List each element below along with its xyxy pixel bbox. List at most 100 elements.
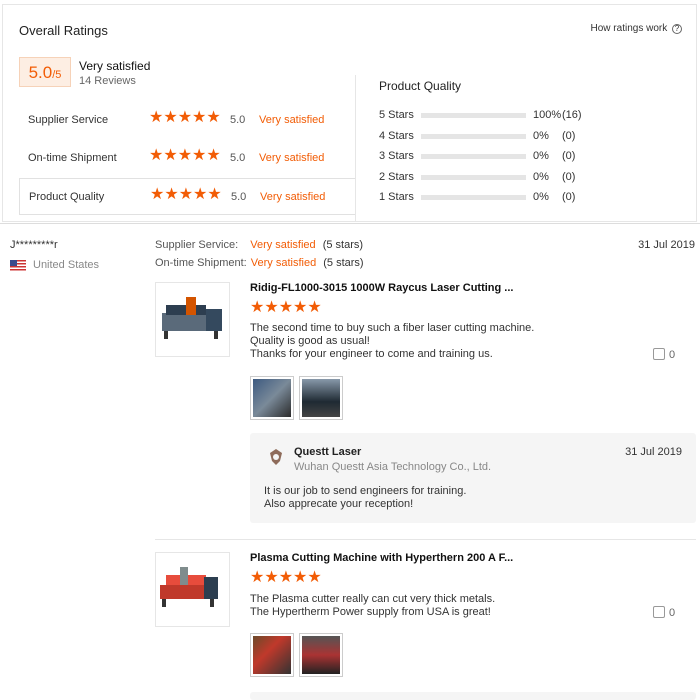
star-breakdown-row: 3 Stars 0% (0) <box>379 150 679 164</box>
plasma-machine-image <box>160 567 218 607</box>
dimension-row-on-time-shipment[interactable]: On-time Shipment ★★★★★ 5.0 Very satisfie… <box>19 140 355 177</box>
star-breakdown-label: 4 Stars <box>379 130 414 142</box>
review-photo <box>253 379 291 417</box>
helpful-count: 0 <box>669 607 676 619</box>
dimension-row-product-quality[interactable]: Product Quality ★★★★★ 5.0 Very satisfied <box>19 178 355 215</box>
review-comment-line: The second time to buy such a fiber lase… <box>250 322 535 334</box>
star-icon: ★ <box>278 569 294 586</box>
item-divider <box>155 539 696 540</box>
star-icon: ★ <box>293 299 308 316</box>
star-icon: ★ <box>150 186 165 203</box>
product-image[interactable] <box>155 552 230 627</box>
star-breakdown-percent: 0% <box>533 150 549 162</box>
star-breakdown-percent: 0% <box>533 171 549 183</box>
supplier-name: Questt Laser <box>294 446 362 458</box>
star-icon: ★ <box>250 299 265 316</box>
star-breakdown-percent: 0% <box>533 191 549 203</box>
helpful-button[interactable]: 0 <box>653 348 675 361</box>
star-breakdown-percent: 0% <box>533 130 549 142</box>
dimension-label: Product Quality <box>29 191 105 203</box>
star-icon: ★ <box>307 299 322 316</box>
dimension-row-supplier-service[interactable]: Supplier Service ★★★★★ 5.0 Very satisfie… <box>19 102 355 139</box>
star-icon: ★ <box>206 109 221 126</box>
review-rating-stars: (5 stars) <box>322 239 364 251</box>
review-comment-line: Quality is good as usual! <box>250 335 370 347</box>
star-icon: ★ <box>193 186 208 203</box>
star-breakdown-label: 1 Stars <box>379 191 414 203</box>
star-breakdown-bar <box>421 195 526 200</box>
star-breakdown-count: (0) <box>562 130 576 142</box>
star-breakdown-row: 1 Stars 0% (0) <box>379 191 679 205</box>
review-comment-line: The Plasma cutter really can cut very th… <box>250 593 496 605</box>
star-breakdown-percent: 100% <box>533 109 562 121</box>
review-photo-thumbnail[interactable] <box>299 376 343 420</box>
overall-score-box: 5.0/5 <box>19 57 71 87</box>
review-photo-thumbnail[interactable] <box>250 376 294 420</box>
reply-date: 31 Jul 2019 <box>625 446 682 458</box>
star-icon: ★ <box>293 569 308 586</box>
dimension-label: Supplier Service <box>28 114 109 126</box>
star-icon: ★ <box>163 147 178 164</box>
supplier-company: Wuhan Questt Asia Technology Co., Ltd. <box>294 461 492 473</box>
star-icon: ★ <box>177 109 193 126</box>
us-flag-icon <box>10 260 26 271</box>
product-name-link[interactable]: Plasma Cutting Machine with Hyperthern 2… <box>250 552 513 564</box>
star-icon: ★ <box>149 147 164 164</box>
star-icon: ★ <box>164 186 179 203</box>
how-ratings-work-link[interactable]: How ratings work ? <box>591 23 682 34</box>
dimension-label: On-time Shipment <box>28 152 117 164</box>
product-name-link[interactable]: Ridig-FL1000-3015 1000W Raycus Laser Cut… <box>250 282 513 294</box>
star-breakdown-count: (16) <box>562 109 582 121</box>
star-icon: ★ <box>307 569 322 586</box>
supplier-reply: Questt Laser Wuhan Questt Asia Technolog… <box>250 433 696 523</box>
reply-text-line: Also apprecate your reception! <box>264 498 414 510</box>
star-breakdown-row: 4 Stars 0% (0) <box>379 130 679 144</box>
star-breakdown-bar <box>421 175 526 180</box>
star-icon: ★ <box>149 109 164 126</box>
star-breakdown-count: (0) <box>562 150 576 162</box>
dimension-text: Very satisfied <box>259 152 325 164</box>
thumbs-up-icon <box>653 606 665 618</box>
star-icon: ★ <box>278 299 294 316</box>
dimension-score: 5.0 <box>230 114 246 126</box>
reply-text: It is our job to send engineers for trai… <box>264 485 466 511</box>
star-breakdown-label: 2 Stars <box>379 171 414 183</box>
star-breakdown-bar <box>421 113 526 118</box>
reply-text-line: It is our job to send engineers for trai… <box>264 485 467 497</box>
section-divider <box>0 223 700 224</box>
helpful-button[interactable]: 0 <box>653 606 675 619</box>
how-ratings-work-label[interactable]: How ratings work <box>591 23 668 34</box>
review-rating-value: Very satisfied <box>250 239 316 251</box>
review-comment-line: The Hypertherm Power supply from USA is … <box>250 606 491 618</box>
review-photo-thumbnail[interactable] <box>299 633 343 677</box>
product-image[interactable] <box>155 282 230 357</box>
review-comment: The second time to buy such a fiber lase… <box>250 322 534 361</box>
star-breakdown-count: (0) <box>562 171 576 183</box>
overall-satisfaction-label: Very satisfied <box>79 59 151 73</box>
dimension-text: Very satisfied <box>260 191 326 203</box>
thumbs-up-icon <box>653 348 665 360</box>
product-quality-title: Product Quality <box>379 79 462 93</box>
star-icon: ★ <box>264 569 279 586</box>
star-breakdown-label: 3 Stars <box>379 150 414 162</box>
review-photo-thumbnail[interactable] <box>250 633 294 677</box>
star-icon: ★ <box>250 569 265 586</box>
item-stars: ★★★★★ <box>250 570 322 586</box>
dimension-stars: ★★★★★ <box>149 110 221 126</box>
review-rating-label: On-time Shipment: <box>155 257 247 269</box>
star-breakdown-label: 5 Stars <box>379 109 414 121</box>
help-icon[interactable]: ? <box>672 24 682 34</box>
buyer-country: United States <box>33 259 100 271</box>
star-breakdown-bar <box>421 134 526 139</box>
star-breakdown-bar <box>421 154 526 159</box>
panel-divider <box>355 75 356 221</box>
helpful-count: 0 <box>669 349 676 361</box>
review-supplier-service: Supplier Service: Very satisfied (5 star… <box>155 239 363 251</box>
supplier-logo-icon <box>270 449 282 465</box>
star-breakdown-count: (0) <box>562 191 576 203</box>
dimension-score: 5.0 <box>231 191 247 203</box>
dimension-score: 5.0 <box>230 152 246 164</box>
overall-score-max: /5 <box>52 69 62 81</box>
overall-ratings-title: Overall Ratings <box>19 23 108 38</box>
review-on-time-shipment: On-time Shipment: Very satisfied (5 star… <box>155 257 364 269</box>
